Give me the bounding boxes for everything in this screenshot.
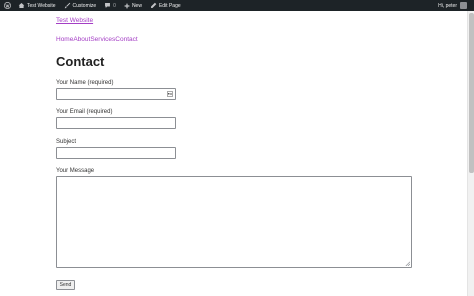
contact-card-icon[interactable] bbox=[167, 91, 173, 97]
comments-link[interactable]: 0 bbox=[100, 0, 120, 11]
paintbrush-icon bbox=[64, 2, 70, 9]
nav-item-about[interactable]: About bbox=[73, 36, 90, 43]
wordpress-logo-menu[interactable] bbox=[0, 0, 14, 11]
nav-item-services[interactable]: Services bbox=[90, 36, 115, 43]
message-textarea[interactable] bbox=[56, 176, 412, 268]
my-account-menu[interactable]: Hi, peter bbox=[438, 2, 474, 9]
send-button[interactable]: Send bbox=[56, 280, 75, 290]
pencil-icon bbox=[151, 2, 157, 8]
message-label: Your Message bbox=[56, 168, 95, 174]
comments-count: 0 bbox=[113, 2, 116, 9]
new-content-menu[interactable]: New bbox=[120, 0, 146, 11]
admin-bar: Test Website Customize 0 New Edit Page H… bbox=[0, 0, 474, 11]
edit-page-label: Edit Page bbox=[158, 2, 181, 9]
avatar bbox=[460, 2, 467, 9]
plus-icon bbox=[124, 3, 130, 8]
customize-link[interactable]: Customize bbox=[60, 0, 101, 11]
page-title: Contact bbox=[56, 54, 105, 69]
customize-label: Customize bbox=[72, 2, 97, 9]
site-title-link[interactable]: Test Website bbox=[56, 17, 93, 24]
edit-page-link[interactable]: Edit Page bbox=[146, 0, 185, 11]
nav-item-home[interactable]: Home bbox=[56, 36, 73, 43]
site-name-label: Test Website bbox=[27, 2, 56, 9]
wordpress-logo-icon bbox=[4, 2, 11, 9]
new-label: New bbox=[131, 2, 142, 9]
home-icon bbox=[18, 3, 25, 8]
name-label: Your Name (required) bbox=[56, 80, 114, 86]
primary-navigation: Home About Services Contact bbox=[56, 36, 138, 43]
resize-grip-icon[interactable] bbox=[405, 261, 410, 266]
site-name-menu[interactable]: Test Website bbox=[14, 0, 60, 11]
email-label: Your Email (required) bbox=[56, 109, 113, 115]
subject-label: Subject bbox=[56, 139, 77, 145]
name-input[interactable] bbox=[56, 88, 176, 100]
page-scrollbar[interactable] bbox=[467, 11, 474, 296]
scrollbar-thumb[interactable] bbox=[469, 13, 474, 173]
nav-item-contact[interactable]: Contact bbox=[115, 36, 137, 43]
greeting-label: Hi, peter bbox=[438, 2, 457, 9]
comment-icon bbox=[105, 3, 111, 8]
email-input[interactable] bbox=[56, 117, 176, 129]
subject-input[interactable] bbox=[56, 147, 176, 159]
